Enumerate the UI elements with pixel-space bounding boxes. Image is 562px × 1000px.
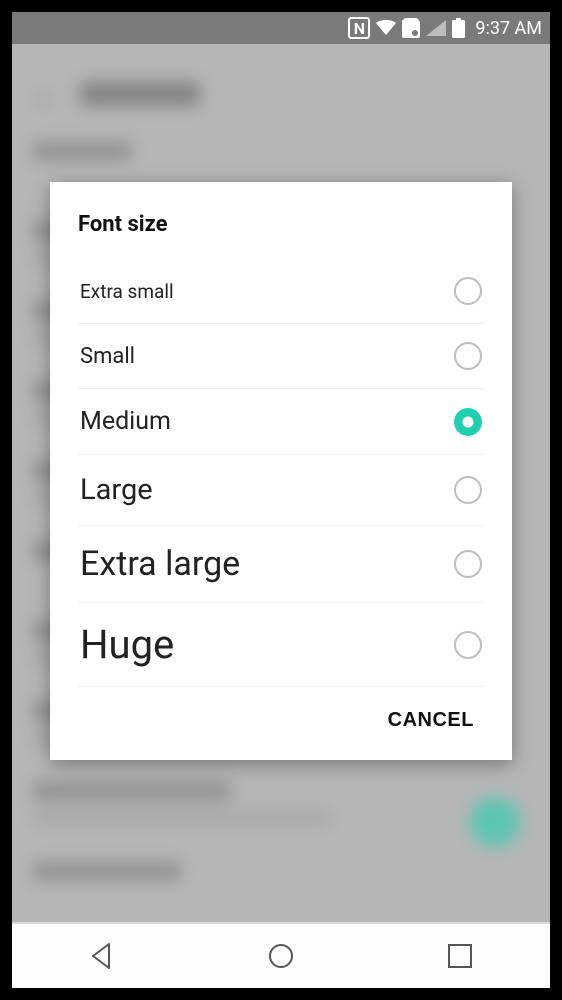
option-label: Extra large	[80, 544, 240, 584]
radio-icon	[454, 408, 482, 436]
background-toggle	[470, 797, 520, 847]
option-medium[interactable]: Medium	[78, 389, 484, 455]
battery-icon	[452, 18, 465, 38]
cancel-button[interactable]: CANCEL	[388, 709, 474, 732]
navigation-bar	[12, 922, 550, 988]
font-size-dialog: Font size Extra small Small Medium Large…	[50, 182, 512, 760]
dialog-title: Font size	[78, 212, 484, 237]
nav-recent-button[interactable]	[400, 924, 520, 988]
option-label: Huge	[80, 621, 174, 668]
nav-back-button[interactable]	[42, 924, 162, 988]
radio-icon	[454, 476, 482, 504]
nfc-icon: N	[348, 17, 370, 39]
radio-icon	[454, 342, 482, 370]
option-large[interactable]: Large	[78, 455, 484, 526]
radio-icon	[454, 277, 482, 305]
screen: N 9:37 AM ← Font size Extra sm	[12, 12, 550, 988]
dialog-actions: CANCEL	[78, 687, 484, 740]
option-small[interactable]: Small	[78, 324, 484, 389]
option-label: Extra small	[80, 280, 174, 303]
option-extra-small[interactable]: Extra small	[78, 259, 484, 324]
status-bar: N 9:37 AM	[12, 12, 550, 44]
signal-icon	[426, 20, 446, 36]
nav-home-button[interactable]	[221, 924, 341, 988]
radio-icon	[454, 550, 482, 578]
option-huge[interactable]: Huge	[78, 603, 484, 687]
wifi-icon	[376, 20, 396, 36]
option-label: Large	[80, 473, 153, 507]
option-label: Medium	[80, 407, 171, 436]
option-extra-large[interactable]: Extra large	[78, 526, 484, 603]
option-label: Small	[80, 344, 135, 369]
status-time: 9:37 AM	[475, 18, 542, 39]
radio-icon	[454, 631, 482, 659]
sim-icon	[402, 18, 420, 38]
